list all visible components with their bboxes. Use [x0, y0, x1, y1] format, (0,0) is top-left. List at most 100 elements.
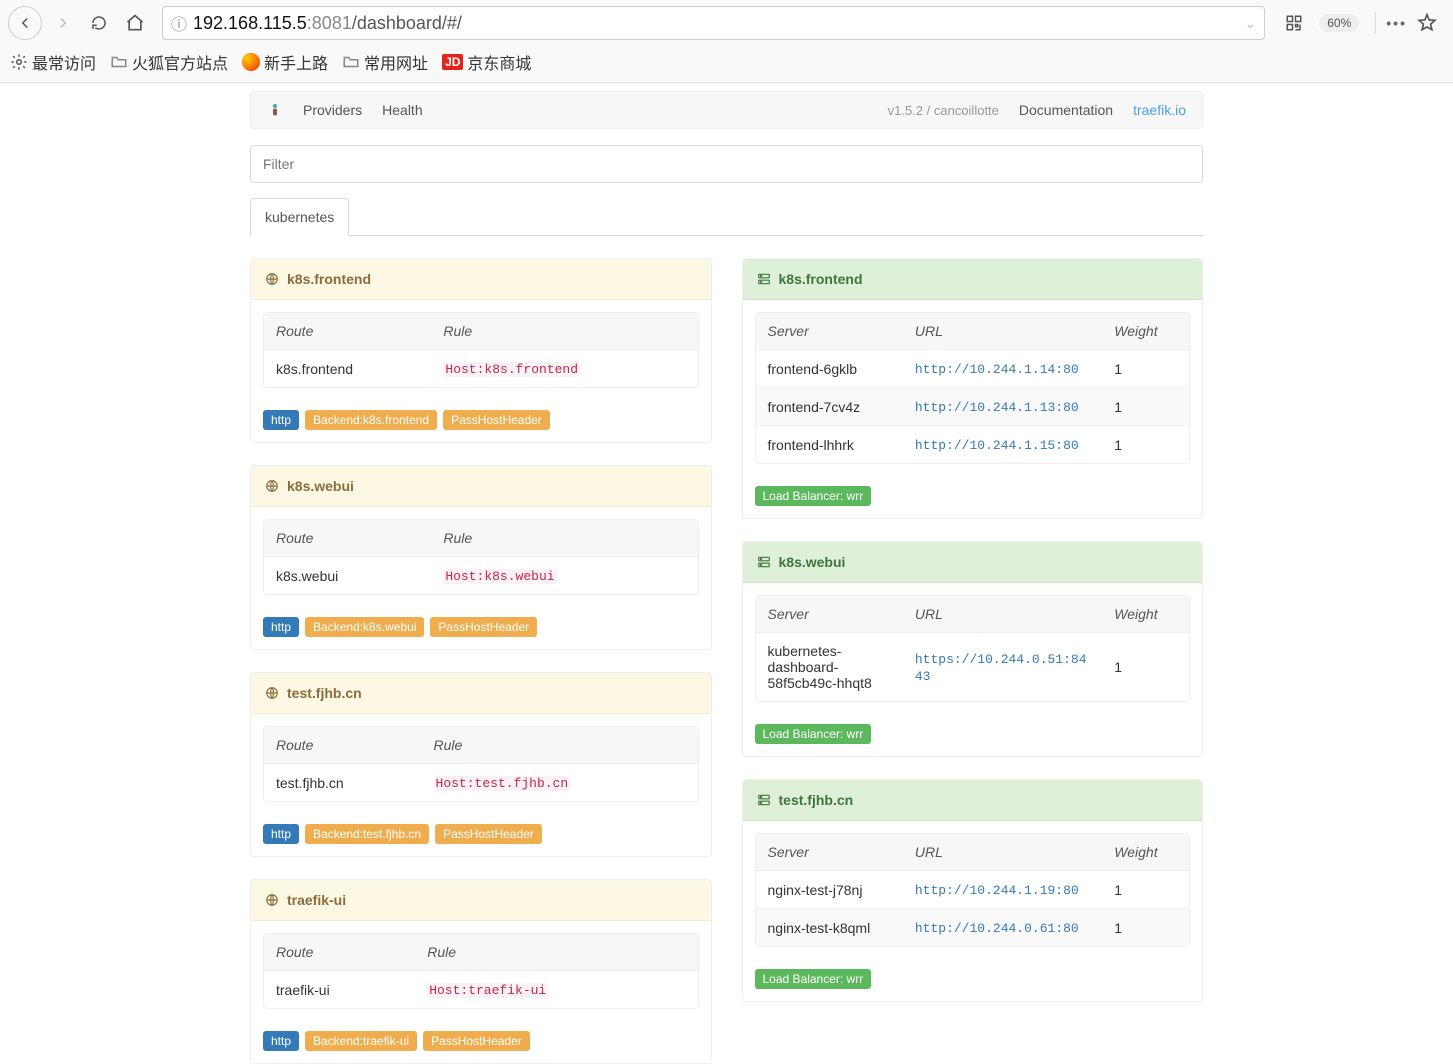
server-url-link[interactable]: http://10.244.0.61:80: [915, 921, 1079, 936]
route-cell: traefik-ui: [264, 971, 415, 1008]
browser-chrome: ⓘ 192.168.115.5:8081/dashboard/#/ ⌄ 60% …: [0, 0, 1453, 83]
table-row: kubernetes-dashboard-58f5cb49c-hhqt8 htt…: [756, 633, 1190, 701]
backend-name: k8s.frontend: [779, 271, 863, 287]
backend-name: test.fjhb.cn: [779, 792, 854, 808]
col-server: Server: [756, 313, 903, 350]
col-url: URL: [903, 596, 1102, 633]
nav-documentation[interactable]: Documentation: [1019, 102, 1113, 118]
folder-icon: [342, 53, 360, 71]
col-weight: Weight: [1102, 313, 1189, 350]
table-row: frontend-lhhrk http://10.244.1.15:80 1: [756, 425, 1190, 463]
arrow-right-icon: [54, 14, 72, 32]
col-url: URL: [903, 834, 1102, 871]
url-cell: http://10.244.1.14:80: [903, 350, 1102, 387]
forward-button[interactable]: [48, 8, 78, 38]
weight-cell: 1: [1102, 387, 1189, 425]
col-route: Route: [264, 313, 431, 350]
version-label: v1.5.2 / cancoillotte: [888, 103, 999, 118]
server-cell: frontend-lhhrk: [756, 425, 903, 463]
url-cell: http://10.244.1.13:80: [903, 387, 1102, 425]
col-route: Route: [264, 727, 422, 764]
bookmark-newbie[interactable]: 新手上路: [242, 50, 328, 74]
filter-input[interactable]: [250, 145, 1203, 183]
bookmarks-bar: 最常访问 火狐官方站点 新手上路 常用网址 JD 京东商城: [0, 46, 1453, 82]
col-rule: Rule: [422, 727, 698, 764]
site-info-icon[interactable]: ⓘ: [171, 11, 187, 35]
col-url: URL: [903, 313, 1102, 350]
backend-panel: k8s.frontend Server URL Weight frontend-…: [742, 258, 1204, 519]
frontend-panel: k8s.frontend Route Rule k8s.frontend Hos…: [250, 258, 712, 443]
col-rule: Rule: [431, 520, 697, 557]
frontend-panel-header: k8s.webui: [251, 466, 711, 507]
nav-traefik-site[interactable]: traefik.io: [1133, 102, 1186, 118]
rule-cell: Host:k8s.webui: [431, 557, 697, 594]
url-bar[interactable]: ⓘ 192.168.115.5:8081/dashboard/#/ ⌄: [162, 6, 1265, 40]
dropdown-icon[interactable]: ⌄: [1245, 15, 1257, 32]
backend-name: k8s.webui: [779, 554, 846, 570]
col-route: Route: [264, 520, 431, 557]
zoom-badge[interactable]: 60%: [1319, 14, 1359, 32]
bookmark-common[interactable]: 常用网址: [342, 50, 428, 74]
backend-panel-header: test.fjhb.cn: [743, 780, 1203, 821]
server-url-link[interactable]: https://10.244.0.51:8443: [915, 652, 1087, 684]
col-route: Route: [264, 934, 415, 971]
server-url-link[interactable]: http://10.244.1.19:80: [915, 883, 1079, 898]
url-cell: https://10.244.0.51:8443: [903, 633, 1102, 701]
badge-http: http: [263, 617, 299, 637]
nav-providers[interactable]: Providers: [303, 102, 362, 118]
server-url-link[interactable]: http://10.244.1.15:80: [915, 438, 1079, 453]
col-weight: Weight: [1102, 834, 1189, 871]
backend-panel-header: k8s.frontend: [743, 259, 1203, 300]
reload-icon: [90, 14, 108, 32]
frontend-panel: traefik-ui Route Rule traefik-ui Host:tr…: [250, 879, 712, 1064]
frontend-name: traefik-ui: [287, 892, 346, 908]
folder-icon: [110, 53, 128, 71]
table-row: frontend-6gklb http://10.244.1.14:80 1: [756, 350, 1190, 387]
frontend-panel-header: traefik-ui: [251, 880, 711, 921]
home-icon: [125, 13, 145, 33]
qr-icon[interactable]: [1285, 14, 1303, 32]
rule-cell: Host:k8s.frontend: [431, 350, 697, 387]
globe-icon: [265, 272, 279, 286]
browser-toolbar: ⓘ 192.168.115.5:8081/dashboard/#/ ⌄ 60% …: [0, 0, 1453, 46]
nav-health[interactable]: Health: [382, 102, 422, 118]
backends-column: k8s.frontend Server URL Weight frontend-…: [742, 258, 1204, 1064]
weight-cell: 1: [1102, 350, 1189, 387]
frontends-column: k8s.frontend Route Rule k8s.frontend Hos…: [250, 258, 712, 1064]
url-text: 192.168.115.5:8081/dashboard/#/: [193, 13, 462, 34]
home-button[interactable]: [120, 8, 150, 38]
app-navbar: Providers Health v1.5.2 / cancoillotte D…: [250, 91, 1203, 129]
tab-kubernetes[interactable]: kubernetes: [250, 198, 349, 236]
frontend-name: test.fjhb.cn: [287, 685, 362, 701]
gear-icon: [10, 53, 28, 71]
bookmark-jd[interactable]: JD 京东商城: [442, 50, 531, 74]
frontend-panel-header: test.fjhb.cn: [251, 673, 711, 714]
col-rule: Rule: [415, 934, 697, 971]
badge-passhost: PassHostHeader: [423, 1031, 530, 1051]
back-button[interactable]: [8, 6, 42, 40]
frontend-panel: k8s.webui Route Rule k8s.webui Host:k8s.…: [250, 465, 712, 650]
bookmark-most-visited[interactable]: 最常访问: [10, 50, 96, 74]
server-url-link[interactable]: http://10.244.1.14:80: [915, 362, 1079, 377]
badge-http: http: [263, 1031, 299, 1051]
bookmark-star-icon[interactable]: [1417, 13, 1437, 33]
reload-button[interactable]: [84, 8, 114, 38]
overflow-menu-icon[interactable]: •••: [1386, 15, 1407, 31]
col-server: Server: [756, 834, 903, 871]
weight-cell: 1: [1102, 908, 1189, 946]
server-url-link[interactable]: http://10.244.1.13:80: [915, 400, 1079, 415]
traefik-logo-icon: [267, 102, 283, 118]
arrow-left-icon: [16, 14, 34, 32]
server-icon: [757, 555, 771, 569]
url-cell: http://10.244.0.61:80: [903, 908, 1102, 946]
frontend-name: k8s.frontend: [287, 271, 371, 287]
weight-cell: 1: [1102, 425, 1189, 463]
bookmark-firefox-official[interactable]: 火狐官方站点: [110, 50, 228, 74]
table-row: frontend-7cv4z http://10.244.1.13:80 1: [756, 387, 1190, 425]
weight-cell: 1: [1102, 871, 1189, 908]
server-icon: [757, 272, 771, 286]
route-cell: test.fjhb.cn: [264, 764, 422, 801]
url-cell: http://10.244.1.19:80: [903, 871, 1102, 908]
url-cell: http://10.244.1.15:80: [903, 425, 1102, 463]
weight-cell: 1: [1102, 633, 1189, 701]
